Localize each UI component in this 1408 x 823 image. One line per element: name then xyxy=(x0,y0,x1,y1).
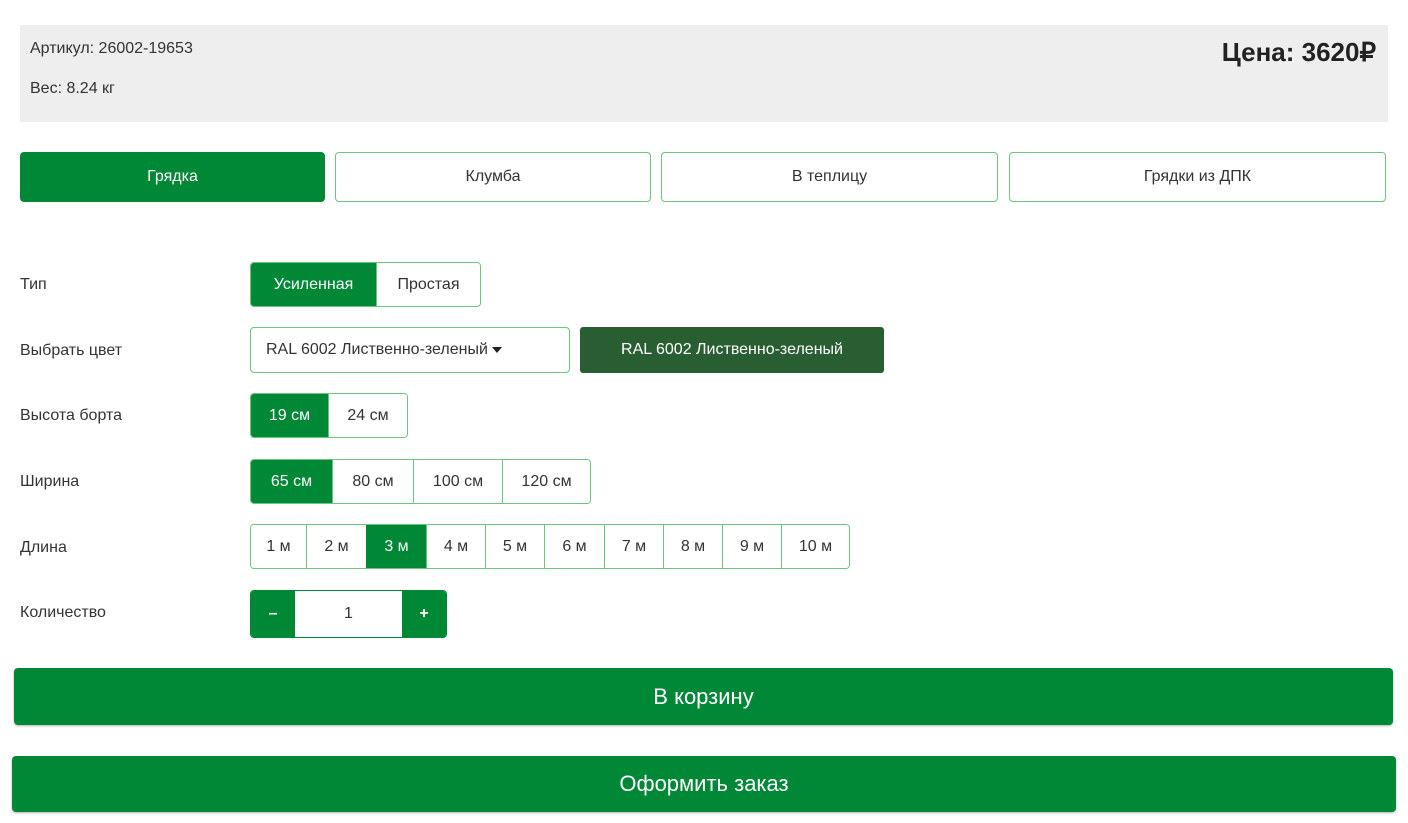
add-to-cart-button[interactable]: В корзину xyxy=(14,668,1393,725)
type-option[interactable]: Простая xyxy=(376,263,480,306)
height-option[interactable]: 19 см xyxy=(251,394,328,437)
width-option[interactable]: 100 см xyxy=(413,460,502,503)
length-label: Длина xyxy=(20,539,67,556)
tab-gryadka[interactable]: Грядка xyxy=(20,152,325,202)
width-option[interactable]: 65 см xyxy=(251,460,332,503)
height-option[interactable]: 24 см xyxy=(328,394,407,437)
quantity-stepper: – 1 + xyxy=(250,590,447,638)
decrease-button[interactable]: – xyxy=(251,591,295,637)
height-options: 19 см 24 см xyxy=(250,393,408,438)
type-option[interactable]: Усиленная xyxy=(251,263,376,306)
length-option[interactable]: 2 м xyxy=(306,525,366,568)
length-option[interactable]: 6 м xyxy=(544,525,604,568)
length-option[interactable]: 3 м xyxy=(366,525,426,568)
length-option[interactable]: 1 м xyxy=(251,525,306,568)
color-swatch: RAL 6002 Лиственно-зеленый xyxy=(580,327,884,373)
length-option[interactable]: 4 м xyxy=(426,525,485,568)
tab-dpk[interactable]: Грядки из ДПК xyxy=(1009,152,1386,202)
length-option[interactable]: 7 м xyxy=(604,525,663,568)
length-option[interactable]: 10 м xyxy=(781,525,849,568)
sku: Артикул: 26002-19653 xyxy=(30,40,193,57)
width-options: 65 см 80 см 100 см 120 см xyxy=(250,459,591,504)
length-option[interactable]: 8 м xyxy=(663,525,722,568)
increase-button[interactable]: + xyxy=(402,591,446,637)
caret-down-icon xyxy=(491,347,502,353)
width-option[interactable]: 120 см xyxy=(502,460,590,503)
width-option[interactable]: 80 см xyxy=(332,460,413,503)
height-label: Высота борта xyxy=(20,407,123,424)
color-label: Выбрать цвет xyxy=(20,342,123,359)
type-options: Усиленная Простая xyxy=(250,262,481,307)
quantity-label: Количество xyxy=(20,604,106,621)
tab-teplitsa[interactable]: В теплицу xyxy=(661,152,998,202)
width-label: Ширина xyxy=(20,473,80,490)
length-options: 1 м 2 м 3 м 4 м 5 м 6 м 7 м 8 м 9 м 10 м xyxy=(250,524,850,569)
type-label: Тип xyxy=(20,276,47,293)
price: Цена: 3620₽ xyxy=(1221,37,1376,67)
quantity-input[interactable]: 1 xyxy=(295,591,402,637)
checkout-button[interactable]: Оформить заказ xyxy=(12,756,1396,812)
color-select[interactable]: RAL 6002 Лиственно-зеленый xyxy=(250,327,570,373)
tab-klumba[interactable]: Клумба xyxy=(335,152,651,202)
length-option[interactable]: 5 м xyxy=(485,525,544,568)
weight: Вес: 8.24 кг xyxy=(30,80,115,97)
color-select-value: RAL 6002 Лиственно-зеленый xyxy=(266,341,488,358)
length-option[interactable]: 9 м xyxy=(722,525,781,568)
product-info-panel: Артикул: 26002-19653 Вес: 8.24 кг Цена: … xyxy=(20,25,1388,122)
